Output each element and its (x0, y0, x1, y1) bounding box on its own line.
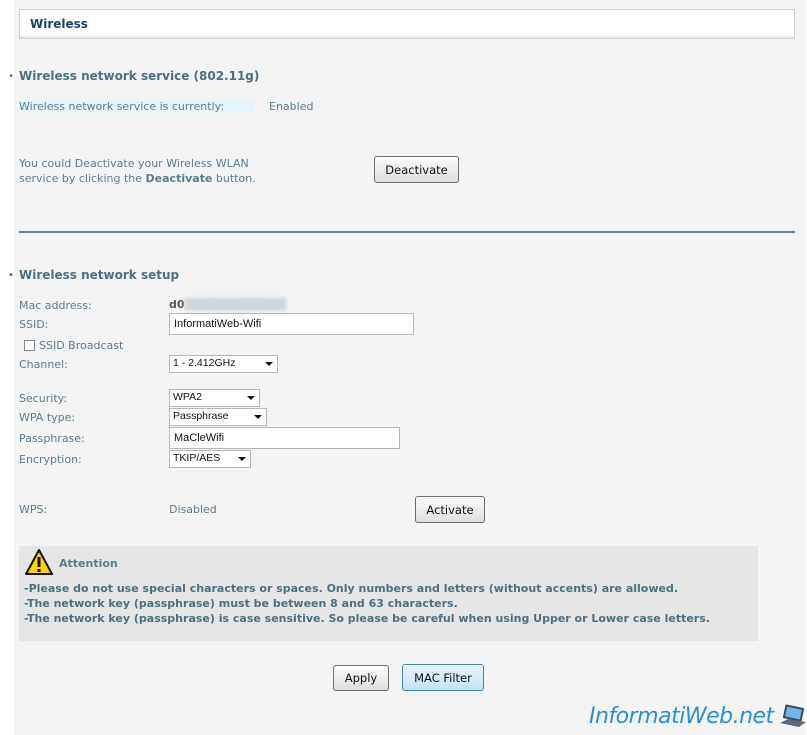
security-label: Security: (19, 392, 68, 405)
chevron-down-icon (254, 415, 262, 419)
attention-line: -Please do not use special characters or… (24, 582, 679, 595)
desc-text-post: button. (212, 172, 256, 185)
page-title-bar: Wireless (19, 9, 795, 39)
service-description-line2: service by clicking the Deactivate butto… (19, 172, 256, 185)
ssid-broadcast-label: SSID Broadcast (39, 339, 124, 352)
wps-status-value: Disabled (169, 503, 217, 516)
desc-text-pre: service by clicking the (19, 172, 146, 185)
wpa-type-select[interactable]: Passphrase (169, 408, 267, 426)
page-title: Wireless (30, 17, 88, 31)
passphrase-label: Passphrase: (19, 432, 85, 445)
channel-label: Channel: (19, 358, 68, 371)
ssid-label: SSID: (19, 318, 49, 331)
desc-text-bold: Deactivate (145, 172, 213, 185)
service-description-line1: You could Deactivate your Wireless WLAN (19, 157, 249, 170)
attention-box: Attention -Please do not use special cha… (19, 546, 758, 641)
mac-address-value: d0████████████ (169, 298, 286, 311)
service-status-label: Wireless network service is currently: (19, 100, 255, 113)
activate-wps-button[interactable]: Activate (415, 496, 485, 523)
chevron-down-icon (265, 362, 273, 366)
ssid-broadcast-checkbox[interactable] (24, 340, 35, 351)
section-divider (19, 231, 795, 233)
setup-heading: Wireless network setup (19, 268, 180, 282)
warning-icon (25, 549, 53, 575)
chevron-down-icon (238, 457, 246, 461)
channel-select[interactable]: 1 - 2.412GHz (169, 355, 278, 373)
mac-filter-button[interactable]: MAC Filter (402, 664, 484, 691)
channel-select-value: 1 - 2.412GHz (173, 357, 236, 369)
deactivate-button[interactable]: Deactivate (374, 156, 459, 183)
mac-address-redacted: ████████████ (184, 298, 287, 311)
encryption-label: Encryption: (19, 453, 82, 466)
encryption-select[interactable]: TKIP/AES (169, 450, 251, 468)
apply-button[interactable]: Apply (333, 665, 389, 691)
section-bullet: • (8, 270, 14, 281)
chevron-down-icon (247, 396, 255, 400)
watermark-text: InformatiWeb.net (589, 704, 774, 729)
ssid-input[interactable] (169, 313, 414, 335)
mac-address-prefix: d0 (169, 298, 185, 311)
attention-line: -The network key (passphrase) is case se… (24, 612, 710, 625)
section-bullet: • (8, 71, 14, 82)
wpa-type-label: WPA type: (19, 411, 76, 424)
attention-title: Attention (59, 557, 118, 570)
wps-label: WPS: (19, 503, 48, 516)
encryption-select-value: TKIP/AES (173, 452, 221, 464)
service-heading: Wireless network service (802.11g) (19, 69, 260, 83)
wpa-type-select-value: Passphrase (173, 410, 229, 422)
passphrase-input[interactable] (169, 427, 400, 449)
mac-address-label: Mac address: (19, 299, 92, 312)
security-select-value: WPA2 (173, 391, 202, 403)
service-status-value: Enabled (269, 100, 314, 113)
laptop-icon (780, 704, 806, 727)
attention-line: -The network key (passphrase) must be be… (24, 597, 458, 610)
security-select[interactable]: WPA2 (169, 389, 260, 407)
